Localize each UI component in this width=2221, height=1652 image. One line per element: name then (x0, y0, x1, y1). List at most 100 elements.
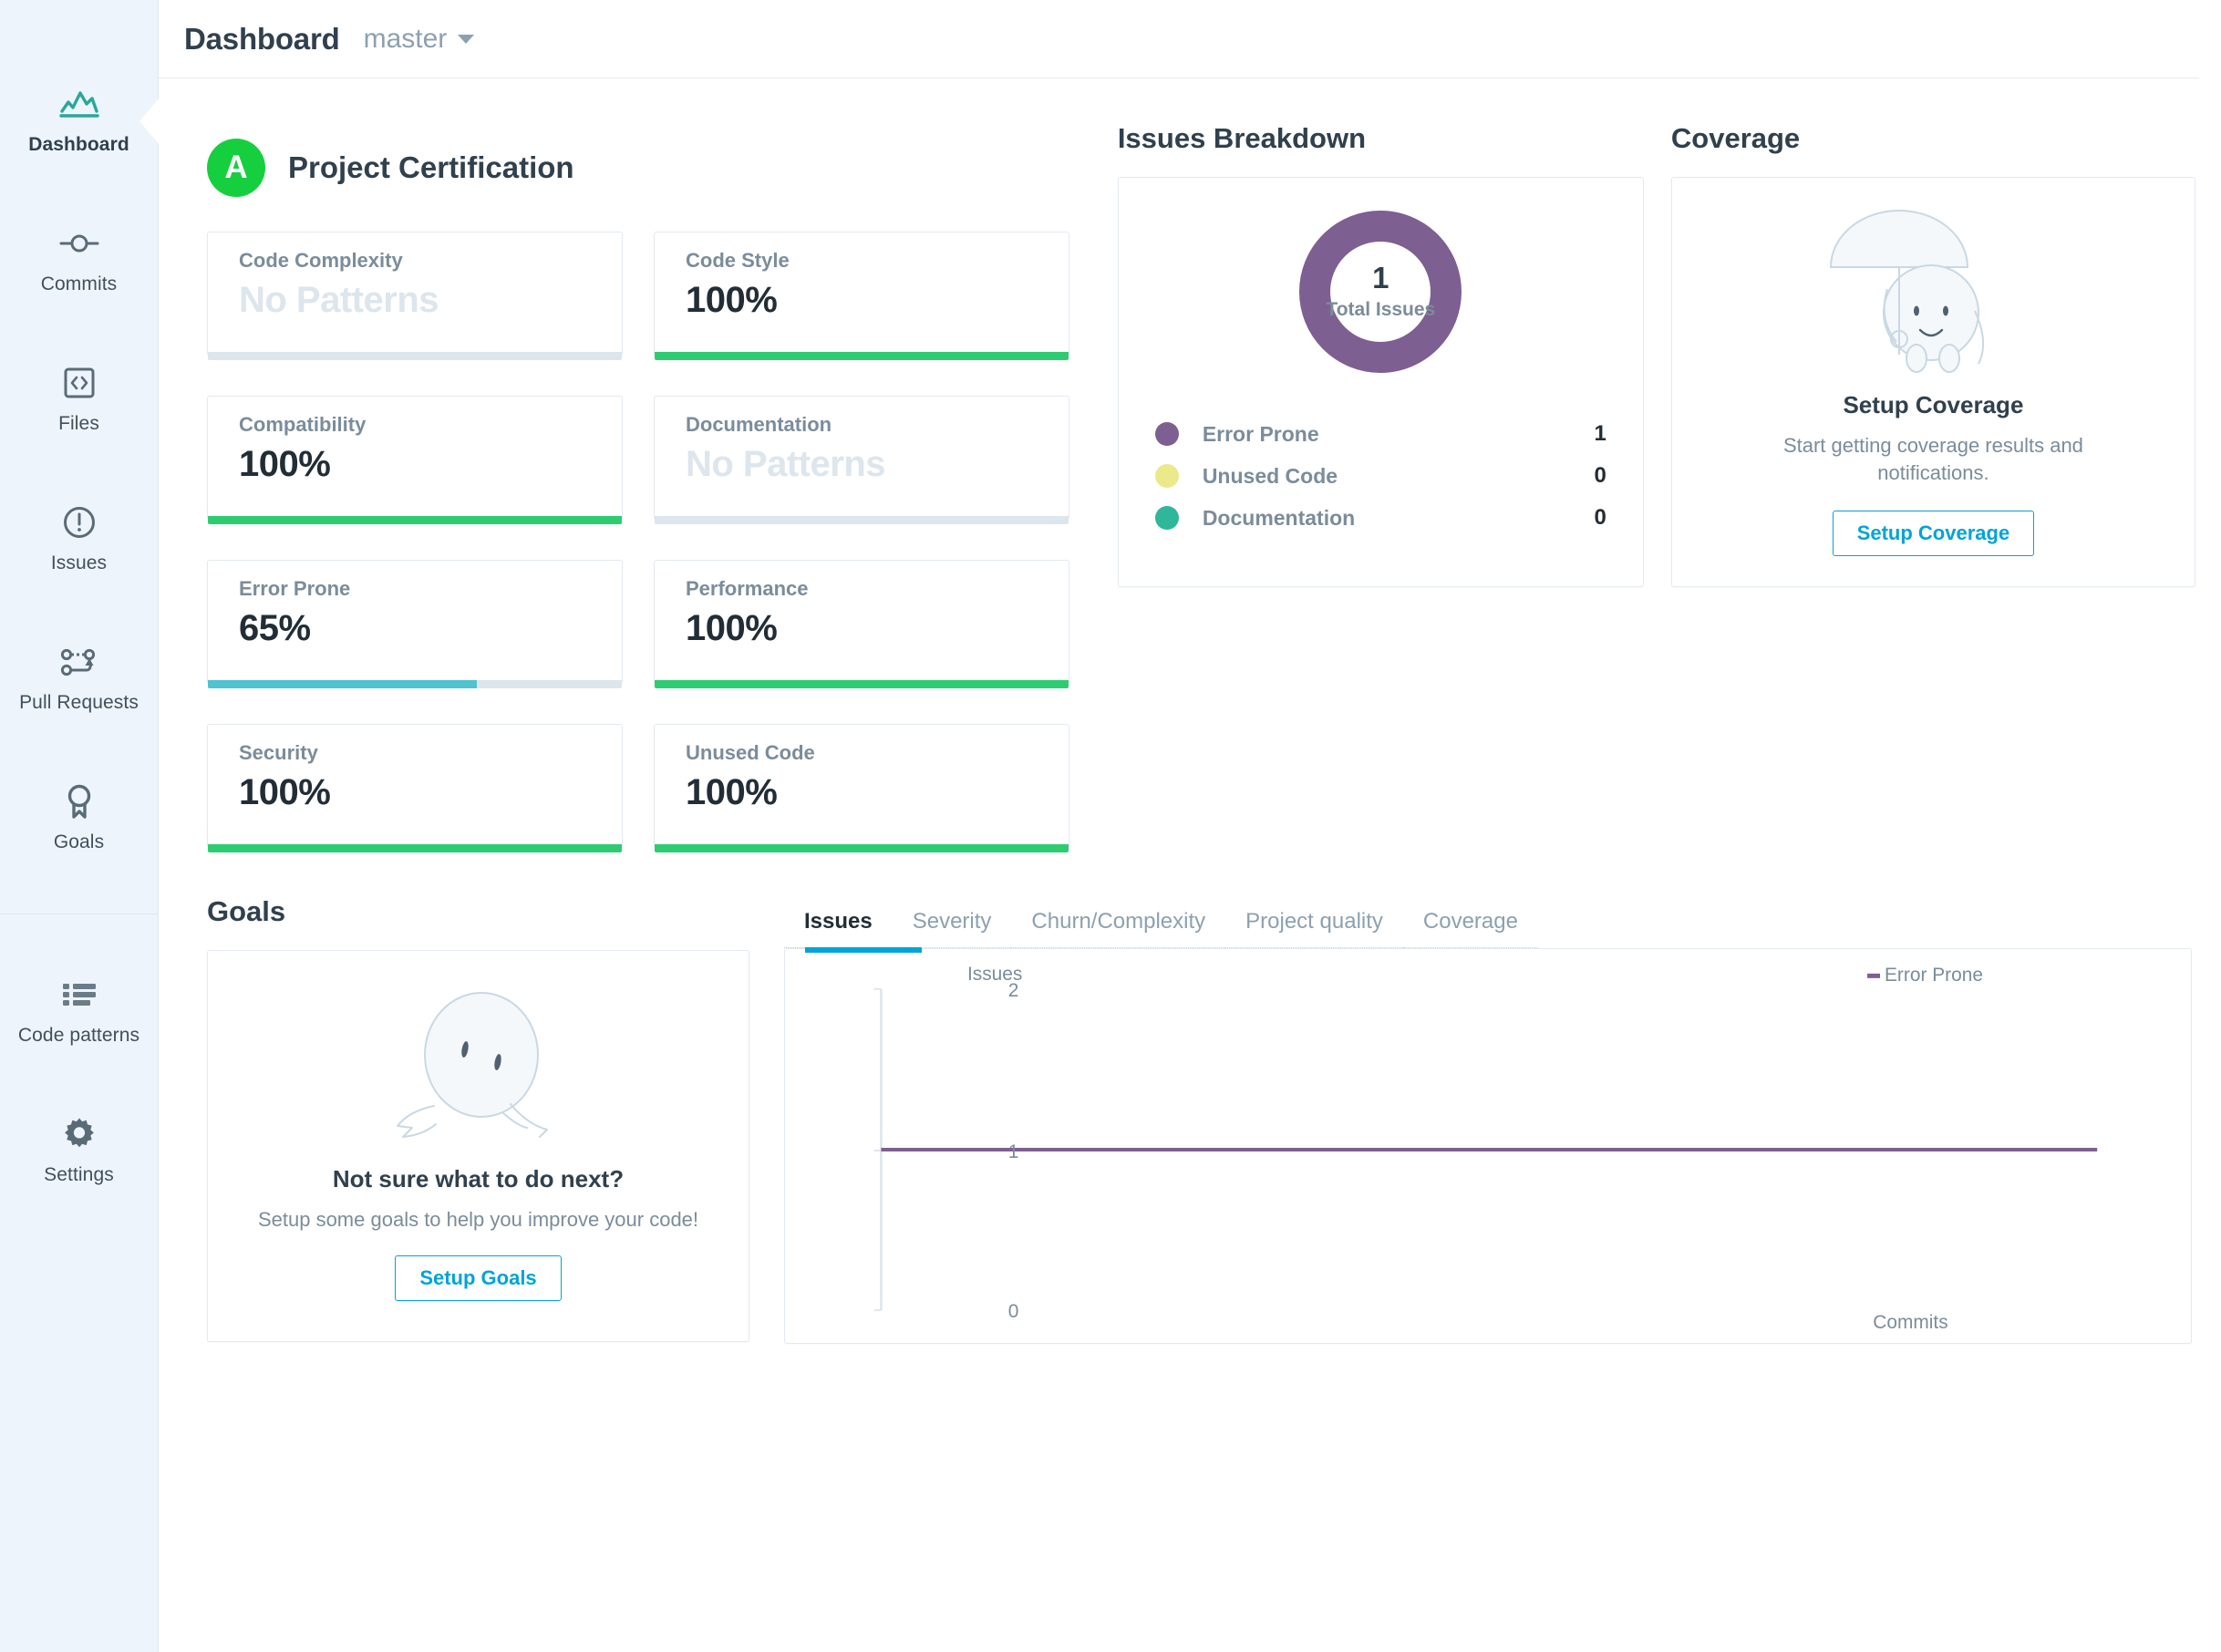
issues-breakdown-panel: 1 Total Issues Error Prone 1 Unused Code 0 D… (1117, 177, 1644, 587)
sidebar-item-issues[interactable]: Issues (0, 490, 159, 589)
metric-progress-bar (208, 844, 622, 852)
sidebar-item-label: Goals (53, 831, 105, 852)
metric-card[interactable]: Security 100% (207, 724, 623, 852)
issues-breakdown-section: Issues Breakdown 1 Total Issues Error Pr… (1083, 122, 1644, 848)
legend-value: 0 (1594, 463, 1606, 488)
metric-card[interactable]: Compatibility 100% (207, 396, 623, 524)
sidebar: Dashboard Commits Files Issues Pull Requ… (0, 0, 159, 1652)
coverage-empty-title: Setup Coverage (1843, 391, 2024, 418)
issues-donut-chart: 1 Total Issues (1296, 207, 1465, 377)
certification-header: A Project Certification (207, 122, 1083, 213)
metric-card-grid: Code Complexity No Patterns Code Style 100%… (207, 232, 1083, 852)
sidebar-item-label: Issues (50, 552, 108, 573)
top-row: A Project Certification Code Complexity N… (184, 78, 2195, 852)
coverage-panel: Setup Coverage Start getting coverage re… (1670, 177, 2195, 587)
bottom-row: Goals Not sure what to do next? Setup so… (184, 848, 2195, 1344)
setup-goals-button[interactable]: Setup Goals (395, 1254, 562, 1301)
commit-icon (59, 223, 99, 263)
issues-breakdown-title: Issues Breakdown (1117, 122, 1367, 154)
legend-item: Error Prone 1 (1154, 413, 1606, 455)
sidebar-item-goals[interactable]: Goals (0, 769, 159, 868)
app-root: Dashboard Commits Files Issues Pull Requ… (0, 0, 2221, 1652)
metric-value: 100% (686, 772, 778, 812)
sidebar-item-label: Dashboard (28, 134, 129, 155)
grade-badge: A (207, 139, 265, 197)
metric-label: Security (239, 741, 318, 764)
sidebar-item-label: Commits (40, 274, 118, 294)
metric-card[interactable]: Error Prone 65% (207, 560, 623, 688)
legend-color-dot (1154, 506, 1179, 530)
metric-card[interactable]: Code Style 100% (654, 232, 1069, 360)
metric-value: 100% (686, 280, 778, 320)
metric-label: Code Style (686, 249, 790, 272)
metric-card[interactable]: Code Complexity No Patterns (207, 232, 623, 360)
code-file-icon (63, 363, 96, 403)
metric-progress-bar (208, 680, 622, 688)
metric-progress-bar (655, 352, 1069, 360)
branch-label: master (363, 23, 448, 54)
setup-coverage-button[interactable]: Setup Coverage (1832, 510, 2035, 556)
total-issues-caption: Total Issues (1326, 299, 1436, 321)
issues-legend: Error Prone 1 Unused Code 0 Documentation 0 (1154, 413, 1606, 539)
metric-value: 100% (686, 608, 778, 648)
legend-label: Unused Code (1202, 463, 1338, 488)
legend-label: Error Prone (1202, 421, 1319, 446)
chart-line-icon (58, 84, 99, 124)
tab-project-quality[interactable]: Project quality (1225, 909, 1403, 948)
metric-label: Documentation (686, 413, 832, 436)
coverage-title: Coverage (1670, 122, 1801, 154)
metric-value: 100% (239, 772, 331, 812)
project-certification-section: A Project Certification Code Complexity N… (184, 122, 1083, 852)
legend-value: 0 (1594, 505, 1606, 530)
branch-selector[interactable]: master (364, 24, 475, 55)
goals-panel: Not sure what to do next? Setup some goa… (207, 950, 749, 1342)
metric-label: Error Prone (239, 577, 351, 600)
metric-card[interactable]: Documentation No Patterns (654, 396, 1069, 524)
goals-empty-desc: Setup some goals to help you improve you… (257, 1207, 699, 1231)
metric-value: No Patterns (686, 444, 886, 484)
chart-panel: Issues 2 1 0 Commits Error Prone (784, 947, 2192, 1344)
metric-card[interactable]: Unused Code 100% (654, 724, 1069, 852)
metric-label: Unused Code (686, 741, 815, 764)
metrics-chart-section: Issues Severity Churn/Complexity Project qu… (749, 895, 2195, 1344)
sidebar-item-label: Files (58, 413, 99, 434)
legend-label: Documentation (1202, 505, 1356, 530)
legend-item: Unused Code 0 (1154, 455, 1606, 497)
pull-request-icon (59, 642, 99, 682)
dashboard-content: A Project Certification Code Complexity N… (159, 78, 2221, 1344)
donut-chart-wrap: 1 Total Issues (1155, 207, 1606, 377)
sidebar-item-code-patterns[interactable]: Code patterns (0, 962, 159, 1061)
metric-label: Performance (686, 577, 809, 600)
page-title: Dashboard (184, 21, 340, 56)
metric-value: 65% (239, 608, 311, 648)
metric-card[interactable]: Performance 100% (654, 560, 1069, 688)
list-icon (61, 975, 98, 1015)
tab-severity[interactable]: Severity (892, 909, 1012, 948)
coverage-section: Coverage Setup Coverage Start getting co… (1644, 122, 2195, 848)
goals-empty-title: Not sure what to do next? (332, 1164, 625, 1193)
running-mascot-icon (374, 992, 584, 1156)
sidebar-item-pull-requests[interactable]: Pull Requests (0, 629, 159, 728)
metric-progress-bar (655, 680, 1069, 688)
chevron-down-icon (458, 34, 475, 44)
legend-value: 1 (1594, 421, 1606, 446)
sidebar-item-label: Settings (44, 1164, 114, 1185)
sidebar-item-files[interactable]: Files (0, 350, 159, 449)
donut-center-label: 1 Total Issues (1296, 207, 1465, 377)
legend-item: Documentation 0 (1154, 497, 1606, 539)
sidebar-item-commits[interactable]: Commits (0, 211, 159, 310)
chart-svg (873, 987, 2098, 1312)
metric-label: Compatibility (239, 413, 367, 436)
sidebar-item-label: Code patterns (17, 1025, 140, 1046)
tab-churn-complexity[interactable]: Churn/Complexity (1011, 909, 1226, 948)
tab-issues[interactable]: Issues (784, 909, 893, 948)
metric-progress-bar (208, 352, 622, 360)
goals-section: Goals Not sure what to do next? Setup so… (184, 895, 749, 1344)
metric-progress-bar (655, 516, 1069, 524)
tab-coverage[interactable]: Coverage (1402, 909, 1538, 948)
metric-progress-bar (655, 844, 1069, 852)
umbrella-mascot-icon (1814, 201, 2051, 375)
metric-value: 100% (239, 444, 331, 484)
sidebar-item-dashboard[interactable]: Dashboard (0, 71, 159, 170)
sidebar-item-settings[interactable]: Settings (0, 1101, 159, 1201)
